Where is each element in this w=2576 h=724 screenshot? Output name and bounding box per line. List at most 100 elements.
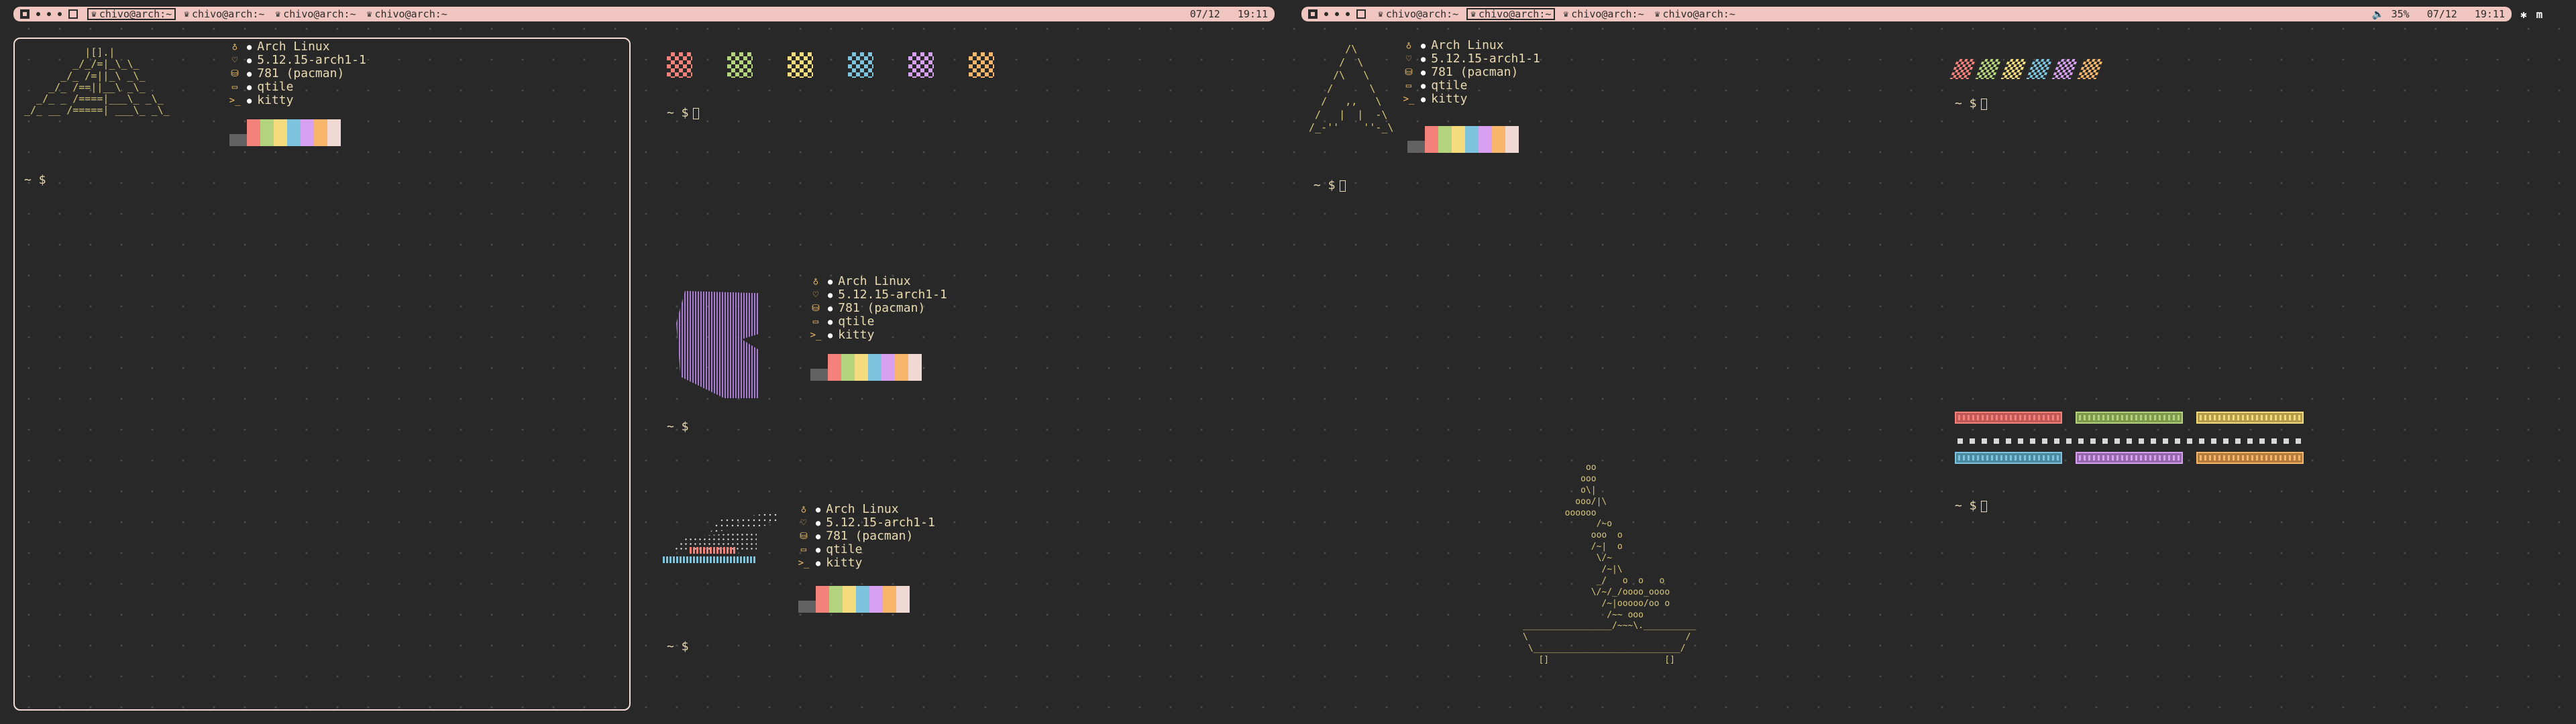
task-item[interactable]: ♛ chivo@arch:~ xyxy=(1466,8,1556,20)
color-strip-red xyxy=(1955,412,2062,424)
shell-prompt[interactable]: ~ $ xyxy=(1955,499,1987,513)
task-item[interactable]: ♛ chivo@arch:~ xyxy=(1560,8,1646,20)
package-icon: ⛁ xyxy=(1405,67,1413,78)
workspace-1[interactable] xyxy=(20,9,30,19)
date-label: 07/12 xyxy=(2426,8,2457,20)
terminal-window-fetch-3[interactable]: ♁ ● Arch Linux ♡ ● 5.12.15-arch1-1 ⛁ ● 781 (pa… xyxy=(657,503,1261,664)
tasklist: ♛ chivo@arch:~ ♛ chivo@arch:~ ♛ chivo@arch:… xyxy=(87,8,450,20)
workspace-5[interactable] xyxy=(68,9,78,19)
time-label: 19:11 xyxy=(1237,8,1268,20)
ascii-logo-pyramid: |[].| _/_/=|_\_\_ _/_ /=||_\ _\_ _/_ /==… xyxy=(24,46,170,117)
shell-prompt[interactable]: ~ $ xyxy=(1313,178,1346,192)
task-item[interactable]: ♛ chivo@arch:~ xyxy=(181,8,267,20)
ascii-art-bathtub: oo ooo o\| ooo/|\ oooooo /~o ooo o /~| o… xyxy=(1523,463,1697,666)
task-item[interactable]: ♛ chivo@arch:~ xyxy=(364,8,450,20)
workspace-4[interactable] xyxy=(58,12,62,16)
app-tray-icon[interactable]: m xyxy=(2536,8,2543,21)
terminal-icon: ♛ xyxy=(1563,9,1569,19)
workspace-2[interactable] xyxy=(36,12,40,16)
workspace-group xyxy=(1308,9,1366,19)
time-label: 19:11 xyxy=(2474,8,2505,20)
terminal-icon: ♛ xyxy=(91,9,97,19)
system-tray: ✱ m xyxy=(2520,7,2542,21)
package-icon: ⛁ xyxy=(800,531,808,542)
terminal-window-fetch-2[interactable]: ♁ ● Arch Linux ♡ ● 5.12.15-arch1-1 ⛁ ● 781 (pa… xyxy=(657,268,1261,442)
text-cursor xyxy=(692,107,699,119)
window-icon: ▭ xyxy=(1405,80,1412,91)
terminal-window-fetch-4[interactable]: /\ / \ /\ \ / \ / ,, \ / | | -\ /_-'' ''… xyxy=(1301,38,1892,212)
heart-icon: ♡ xyxy=(800,518,807,528)
terminal-icon: ♛ xyxy=(1470,9,1477,19)
color-strip-orange xyxy=(2196,452,2304,464)
text-cursor xyxy=(1980,98,1987,110)
prompt-icon: >_ xyxy=(229,95,241,106)
package-icon: ⛁ xyxy=(231,68,239,79)
fetch-info: ♁ ● Arch Linux ♡ ● 5.12.15-arch1-1 ⛁ ● 781 (pa… xyxy=(229,40,366,107)
ascii-logo-wave xyxy=(663,509,777,577)
heart-icon: ♡ xyxy=(231,55,238,66)
shell-prompt[interactable]: ~ $ xyxy=(1955,97,1987,111)
top-bar-left: ♛ chivo@arch:~ ♛ chivo@arch:~ ♛ chivo@arch:… xyxy=(13,7,1275,21)
color-strip-magenta xyxy=(2076,452,2183,464)
color-palette xyxy=(810,354,922,381)
workspace-4[interactable] xyxy=(1346,12,1350,16)
status-area: 🔈 35% 07/12 19:11 xyxy=(2372,8,2505,20)
task-item[interactable]: ♛ chivo@arch:~ xyxy=(272,8,358,20)
color-palette xyxy=(1407,126,1519,153)
color-squiggles xyxy=(1949,59,2108,83)
task-item[interactable]: ♛ chivo@arch:~ xyxy=(1652,8,1738,20)
terminal-window-colorblocks[interactable]: ~ $ xyxy=(657,38,1261,145)
fetch-info: ♁ ● Arch Linux ♡ ● 5.12.15-arch1-1 ⛁ ● 781 (pa… xyxy=(1403,38,1540,106)
color-strip-yellow xyxy=(2196,412,2304,424)
terminal-icon: ♛ xyxy=(366,9,372,19)
ascii-logo-purple xyxy=(669,284,769,405)
heart-icon: ♡ xyxy=(812,290,819,300)
tasklist: ♛ chivo@arch:~ ♛ chivo@arch:~ ♛ chivo@arch:… xyxy=(1375,8,1738,20)
window-icon: ▭ xyxy=(812,316,819,327)
volume-widget[interactable]: 🔈 35% xyxy=(2372,8,2410,20)
shell-prompt[interactable]: ~ $ xyxy=(667,106,699,120)
terminal-window-squiggles[interactable]: ~ $ xyxy=(1945,38,2536,131)
os-icon: ♁ xyxy=(800,504,807,515)
color-palette xyxy=(798,586,910,613)
task-item[interactable]: ♛ chivo@arch:~ xyxy=(87,8,176,20)
white-dot-row xyxy=(1957,438,2306,444)
workspace-3[interactable] xyxy=(47,12,51,16)
os-icon: ♁ xyxy=(231,42,238,52)
color-block-magenta xyxy=(908,52,934,78)
terminal-icon: ♛ xyxy=(184,9,190,19)
color-strip-blue xyxy=(1955,452,2062,464)
speaker-icon: 🔈 xyxy=(2371,8,2385,20)
package-icon: ⛁ xyxy=(812,303,820,314)
text-cursor xyxy=(1339,180,1346,192)
workspace-2[interactable] xyxy=(1324,12,1328,16)
window-icon: ▭ xyxy=(800,544,807,555)
text-cursor xyxy=(1980,500,1987,512)
top-bar-right: ♛ chivo@arch:~ ♛ chivo@arch:~ ♛ chivo@arch:… xyxy=(1301,7,2512,21)
task-item[interactable]: ♛ chivo@arch:~ xyxy=(1375,8,1461,20)
workspace-group xyxy=(20,9,78,19)
terminal-icon: ♛ xyxy=(275,9,281,19)
prompt-icon: >_ xyxy=(810,330,822,341)
color-block-green xyxy=(727,52,753,78)
workspace-1[interactable] xyxy=(1308,9,1318,19)
os-icon: ♁ xyxy=(1405,40,1412,51)
color-palette xyxy=(229,119,341,146)
color-strip-green xyxy=(2076,412,2183,424)
ascii-logo-arch: /\ / \ /\ \ / \ / ,, \ / | | -\ /_-'' ''… xyxy=(1309,43,1394,133)
date-label: 07/12 xyxy=(1189,8,1220,20)
fetch-info: ♁ ● Arch Linux ♡ ● 5.12.15-arch1-1 ⛁ ● 781 (pa… xyxy=(798,502,935,570)
color-block-orange xyxy=(969,52,994,78)
terminal-window-bathtub[interactable]: oo ooo o\| ooo/|\ oooooo /~o ooo o /~| o… xyxy=(1516,463,1731,711)
prompt-icon: >_ xyxy=(1403,94,1415,105)
terminal-window-strips[interactable]: ~ $ xyxy=(1945,402,2536,523)
workspace-3[interactable] xyxy=(1335,12,1339,16)
shell-prompt[interactable]: ~ $ xyxy=(667,420,689,434)
shell-prompt[interactable]: ~ $ xyxy=(667,640,689,654)
shell-prompt[interactable]: ~ $ xyxy=(24,173,46,187)
bluetooth-icon[interactable]: ✱ xyxy=(2520,8,2527,21)
workspace-5[interactable] xyxy=(1356,9,1366,19)
fetch-info: ♁ ● Arch Linux ♡ ● 5.12.15-arch1-1 ⛁ ● 781 (pa… xyxy=(810,274,947,342)
heart-icon: ♡ xyxy=(1405,54,1412,64)
terminal-window-focused[interactable]: |[].| _/_/=|_\_\_ _/_ /=||_\ _\_ _/_ /==… xyxy=(13,38,631,711)
